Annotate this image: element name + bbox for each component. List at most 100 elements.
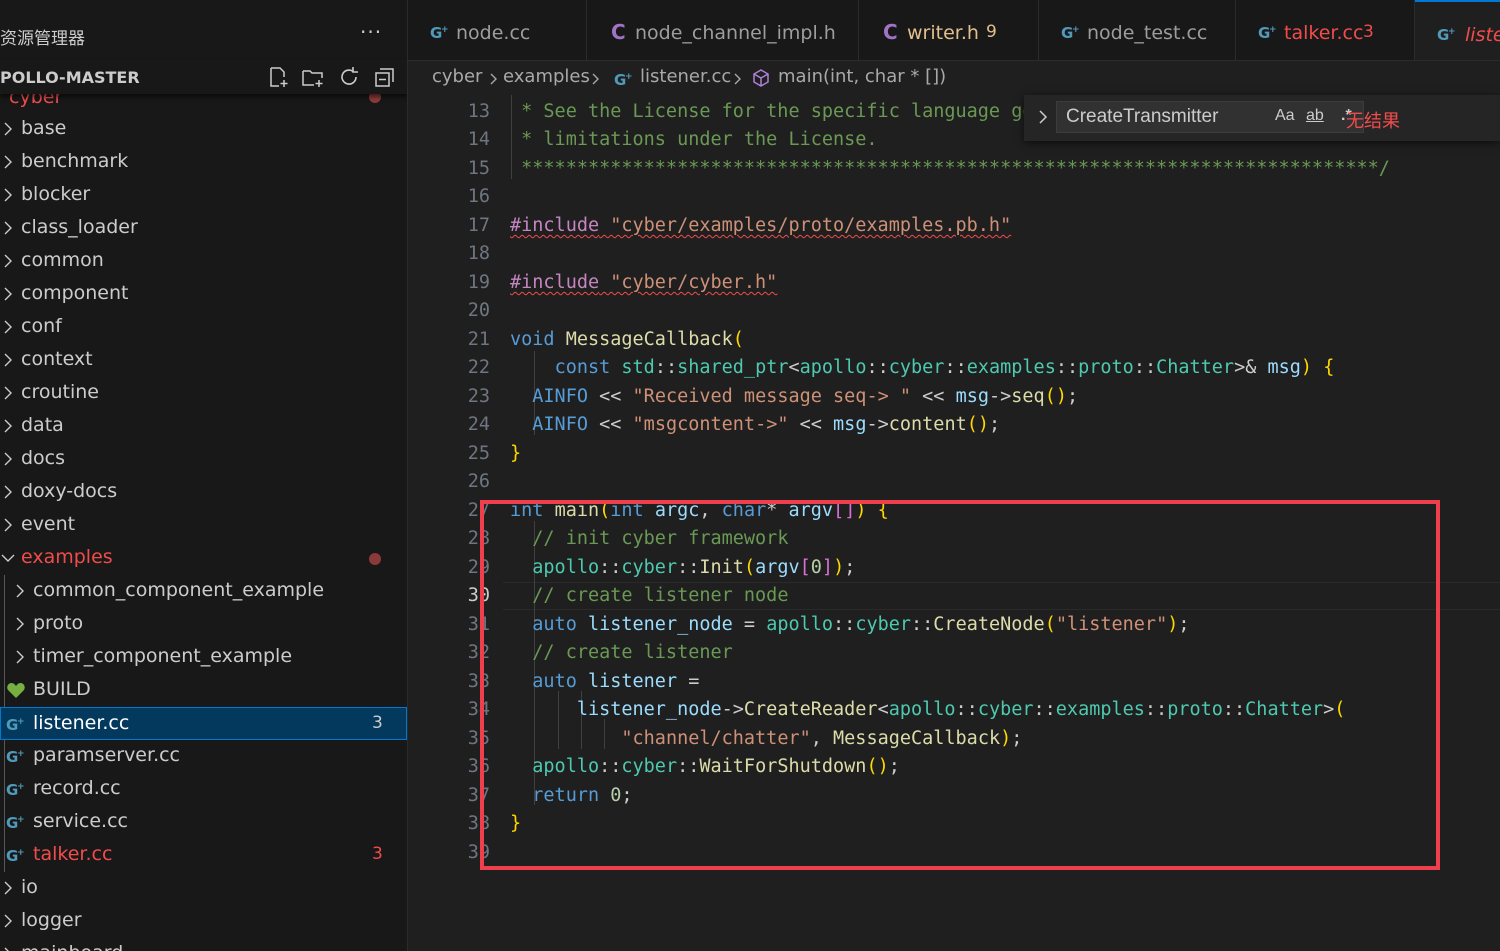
- find-widget: CreateTransmitter Aa ab .* 无结果: [1024, 95, 1500, 141]
- chevron-right-icon: [490, 73, 497, 85]
- tree-item-common[interactable]: common: [0, 245, 407, 278]
- tree-item-listener-cc[interactable]: G + listener.cc 3: [0, 707, 407, 740]
- tree-item-examples[interactable]: examples: [0, 542, 407, 575]
- tree-item-label: docs: [21, 447, 66, 469]
- tab-node-cc[interactable]: G + node.cc: [408, 0, 587, 60]
- tree-item-blocker[interactable]: blocker: [0, 179, 407, 212]
- chevron-right-icon: [4, 122, 12, 136]
- line-number: 17: [467, 215, 490, 236]
- tree-item-mainboard[interactable]: mainboard: [0, 938, 407, 951]
- code-editor[interactable]: 13 14 15 16 17 18 19 20 21 22 23 24 25 2…: [408, 95, 1500, 951]
- collapse-all-icon[interactable]: [373, 65, 397, 89]
- tree-item-docs[interactable]: docs: [0, 443, 407, 476]
- match-whole-word-icon[interactable]: ab: [1306, 107, 1324, 125]
- breadcrumb-item-symbol[interactable]: main(int, char * []): [778, 66, 946, 87]
- tree-item-doxy-docs[interactable]: doxy-docs: [0, 476, 407, 509]
- tree-item-event[interactable]: event: [0, 509, 407, 542]
- tree-item-label: data: [21, 414, 64, 436]
- explorer-header: 资源管理器 ···: [0, 0, 407, 60]
- svg-text:+: +: [17, 782, 25, 792]
- breadcrumb-item-examples[interactable]: examples: [503, 66, 590, 87]
- line-number: 14: [467, 129, 490, 150]
- tree-item-build[interactable]: BUILD: [0, 674, 407, 707]
- tree-item-label: service.cc: [33, 810, 128, 832]
- code-line: apollo::cyber::Init(argv[0]);: [532, 557, 856, 578]
- chevron-right-icon: [4, 419, 12, 433]
- tree-item-talker-cc[interactable]: G + talker.cc 3: [0, 839, 407, 872]
- tree-item-label: BUILD: [33, 678, 91, 700]
- modified-dot-icon: [369, 553, 381, 565]
- code-line: auto listener =: [532, 671, 700, 692]
- tree-item-label: event: [21, 513, 76, 535]
- tree-item-record-cc[interactable]: G + record.cc: [0, 773, 407, 806]
- line-number: 26: [467, 471, 490, 492]
- problem-count-badge: 3: [372, 713, 383, 733]
- line-number: 15: [467, 158, 490, 179]
- tree-item-label: common_component_example: [33, 579, 325, 601]
- tab-writer-h[interactable]: C writer.h 9: [859, 0, 1039, 60]
- tree-item-benchmark[interactable]: benchmark: [0, 146, 407, 179]
- project-header[interactable]: POLLO-MASTER: [0, 60, 407, 94]
- tab-label: talker.cc: [1284, 22, 1364, 44]
- code-line: #include "cyber/examples/proto/examples.…: [510, 215, 1012, 236]
- problem-count-badge: 3: [1363, 22, 1374, 42]
- tab-node-test-cc[interactable]: G + node_test.cc: [1039, 0, 1236, 60]
- match-case-icon[interactable]: Aa: [1275, 107, 1295, 125]
- tree-item-data[interactable]: data: [0, 410, 407, 443]
- tree-item-timer-component-example[interactable]: timer_component_example: [0, 641, 407, 674]
- explorer-sidebar: 资源管理器 ··· POLLO-MASTER cyber base benchm…: [0, 0, 408, 951]
- line-number: 28: [467, 528, 490, 549]
- problem-count-badge: 3: [372, 844, 383, 864]
- cpp-file-icon: G+: [6, 748, 25, 766]
- tree-item-io[interactable]: io: [0, 872, 407, 905]
- new-file-icon[interactable]: [266, 65, 290, 89]
- tree-item-paramserver-cc[interactable]: G + paramserver.cc: [0, 740, 407, 773]
- chevron-right-icon: [4, 485, 12, 499]
- code-line: const std::shared_ptr<apollo::cyber::exa…: [554, 357, 1335, 378]
- tree-item-base[interactable]: base: [0, 113, 407, 146]
- tree-item-label: blocker: [21, 183, 91, 205]
- code-line: AINFO << "msgcontent->" << msg->content(…: [532, 414, 1001, 435]
- tree-item-common-component-example[interactable]: common_component_example: [0, 575, 407, 608]
- tab-talker-cc[interactable]: G + talker.cc 3: [1236, 0, 1415, 60]
- tree-item-context[interactable]: context: [0, 344, 407, 377]
- chevron-right-icon: [16, 650, 24, 664]
- tree-item-conf[interactable]: conf: [0, 311, 407, 344]
- cpp-file-icon: G+: [6, 814, 25, 832]
- tree-item-logger[interactable]: logger: [0, 905, 407, 938]
- breadcrumb-item-file[interactable]: listener.cc: [640, 66, 731, 87]
- find-input[interactable]: CreateTransmitter Aa ab .*: [1056, 101, 1364, 133]
- chevron-right-icon: [592, 73, 599, 85]
- new-folder-icon[interactable]: [301, 65, 325, 89]
- tab-node-channel-impl-h[interactable]: C node_channel_impl.h: [587, 0, 859, 60]
- tree-item-class-loader[interactable]: class_loader: [0, 212, 407, 245]
- cpp-file-icon: G+: [430, 24, 449, 42]
- chevron-right-icon: [4, 221, 12, 235]
- breadcrumb-item-cyber[interactable]: cyber: [432, 66, 482, 87]
- chevron-right-icon: [4, 947, 9, 951]
- code-line: "channel/chatter", MessageCallback);: [621, 728, 1023, 749]
- tree-item-component[interactable]: component: [0, 278, 407, 311]
- tab-listener-cc[interactable]: G+ listener.cc: [1415, 0, 1500, 60]
- code-line: }: [510, 813, 522, 834]
- toggle-replace-chevron-icon[interactable]: [1036, 109, 1050, 125]
- line-number: 25: [467, 443, 490, 464]
- more-actions-icon[interactable]: ···: [360, 20, 382, 44]
- svg-text:+: +: [1269, 25, 1277, 35]
- cpp-file-icon: G+: [6, 847, 25, 865]
- cpp-file-icon: G+: [6, 716, 25, 734]
- tree-item-label: examples: [21, 546, 113, 568]
- chevron-right-icon: [4, 386, 12, 400]
- tree-item-label: paramserver.cc: [33, 744, 180, 766]
- refresh-icon[interactable]: [337, 65, 361, 89]
- cpp-file-icon: G+: [1061, 24, 1080, 42]
- tree-item-label: listener.cc: [33, 712, 130, 734]
- chevron-right-icon: [4, 254, 12, 268]
- tree-item-proto[interactable]: proto: [0, 608, 407, 641]
- line-number: 37: [467, 785, 490, 806]
- tree-item-croutine[interactable]: croutine: [0, 377, 407, 410]
- line-number: 33: [467, 671, 490, 692]
- tree-item-label: croutine: [21, 381, 99, 403]
- tab-label: writer.h: [907, 22, 979, 44]
- tree-item-service-cc[interactable]: G + service.cc: [0, 806, 407, 839]
